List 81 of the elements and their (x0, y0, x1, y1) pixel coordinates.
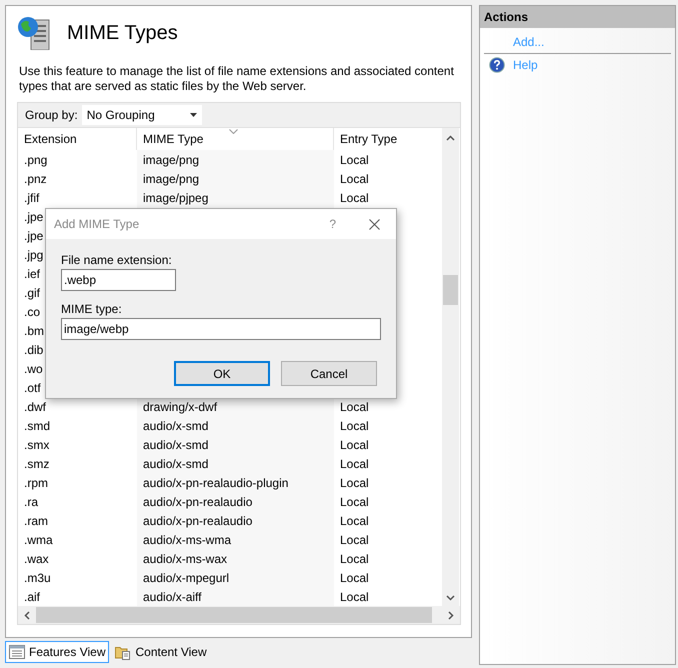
table-cell: .smx (24, 438, 50, 452)
table-cell: .jpe (24, 210, 44, 224)
dialog-button[interactable]: Cancel (281, 361, 377, 386)
dialog-button[interactable]: OK (174, 361, 270, 386)
table-cell: .wo (24, 362, 43, 376)
table-cell: image/png (143, 152, 200, 166)
group-by-dropdown[interactable]: No Grouping (82, 105, 202, 125)
table-cell: audio/x-ms-wma (143, 532, 232, 546)
table-cell: Local (340, 494, 369, 508)
table-cell: .rpm (24, 476, 48, 490)
vertical-scrollbar[interactable] (442, 128, 459, 606)
table-cell: audio/x-smd (143, 438, 208, 452)
help-button[interactable]: ? (329, 217, 336, 231)
table-cell: audio/x-pn-realaudio (143, 514, 252, 528)
table-cell: .jpe (24, 228, 44, 242)
table-cell: .ram (24, 514, 48, 528)
table-cell: .smd (24, 418, 50, 432)
table-cell: .dwf (24, 400, 46, 414)
table-cell: Local (340, 476, 369, 490)
table-cell: .m3u (24, 570, 51, 584)
table-cell: audio/x-smd (143, 456, 208, 470)
grid-icon (9, 644, 25, 660)
close-icon[interactable] (369, 218, 380, 230)
table-cell: .pnz (24, 172, 47, 186)
folder-document-icon (115, 644, 132, 660)
table-cell: Local (340, 456, 369, 470)
table-cell: Local (340, 152, 369, 166)
page-title: MIME Types (67, 22, 178, 44)
view-tab[interactable]: Content View (111, 641, 211, 663)
table-cell: Local (340, 514, 369, 528)
table-cell: .jpg (24, 248, 44, 262)
scroll-thumb[interactable] (443, 275, 458, 305)
table-cell: .ief (24, 266, 40, 280)
table-cell: .wax (24, 552, 49, 566)
field-label: File name extension: (61, 253, 173, 267)
table-cell: Local (340, 552, 369, 566)
table-cell: .aif (24, 590, 40, 604)
sort-chevron-icon (229, 129, 238, 134)
table-cell: .smz (24, 456, 50, 470)
table-cell: Local (340, 532, 369, 546)
table-cell: audio/x-aiff (143, 590, 202, 604)
table-cell: .gif (24, 286, 40, 300)
table-cell: Local (340, 570, 369, 584)
scroll-down-icon[interactable] (446, 595, 455, 601)
table-cell: audio/x-ms-wax (143, 552, 228, 566)
scroll-thumb[interactable] (36, 607, 432, 623)
table-cell: .ra (24, 494, 38, 508)
horizontal-scrollbar[interactable] (18, 606, 460, 624)
group-by-label: Group by: (25, 108, 78, 122)
dialog-title: Add MIME Type (54, 217, 140, 231)
dropdown-arrow-icon (190, 113, 197, 117)
actions-header: Actions (480, 6, 675, 28)
input-field[interactable]: image/webp (61, 318, 381, 340)
table-cell: audio/x-pn-realaudio-plugin (143, 476, 288, 490)
table-cell: Local (340, 190, 369, 204)
table-cell: Local (340, 590, 369, 604)
table-cell: audio/x-mpegurl (143, 570, 230, 584)
table-cell: audio/x-smd (143, 418, 208, 432)
table-cell: .bm (24, 324, 44, 338)
input-field[interactable]: .webp (61, 269, 176, 291)
table-cell: .jfif (24, 190, 40, 204)
scroll-left-icon[interactable] (24, 610, 30, 620)
table-cell: image/pjpeg (143, 190, 208, 204)
table-cell: drawing/x-dwf (143, 400, 218, 414)
description-text: Use this feature to manage the list of file name extensions and associated content types that are served as static files by the Web server. (19, 64, 455, 94)
table-cell: Local (340, 400, 369, 414)
field-label: MIME type: (61, 302, 123, 316)
table-cell: Local (340, 172, 369, 186)
table-cell: audio/x-pn-realaudio (143, 494, 252, 508)
scroll-up-icon[interactable] (446, 135, 455, 141)
table-cell: .png (24, 152, 48, 166)
scroll-right-icon[interactable] (448, 610, 454, 620)
table-cell: Local (340, 438, 369, 452)
table-cell: image/png (143, 172, 200, 186)
table-cell: .otf (24, 380, 41, 394)
view-tab[interactable]: Features View (5, 641, 110, 663)
table-cell: .dib (24, 342, 44, 356)
table-cell: Local (340, 418, 369, 432)
table-cell: .co (24, 304, 40, 318)
help-icon (489, 57, 505, 73)
table-cell: .wma (24, 532, 53, 546)
